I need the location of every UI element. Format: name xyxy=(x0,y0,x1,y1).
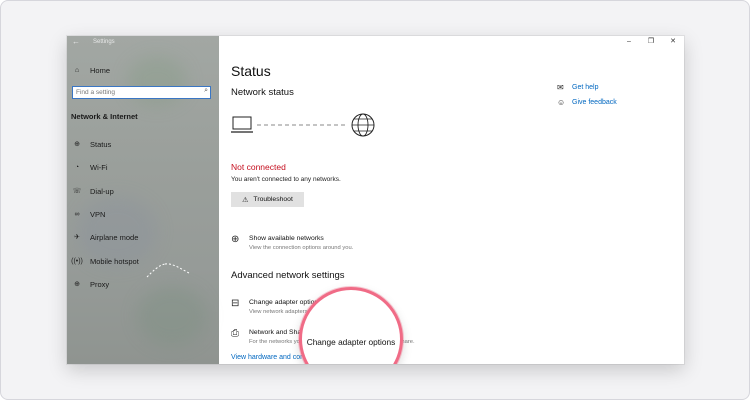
show-networks-link[interactable]: Show available networks xyxy=(249,235,324,242)
window-title: Settings xyxy=(93,39,115,45)
search-box[interactable]: ⌕ xyxy=(72,86,211,99)
connection-message: You aren't connected to any networks. xyxy=(231,176,341,183)
search-input[interactable] xyxy=(76,87,196,98)
airplane-icon: ✈ xyxy=(74,234,80,241)
search-icon[interactable]: ⌕ xyxy=(204,87,208,95)
sidebar-item-home[interactable]: ⌂ Home xyxy=(71,63,110,77)
wifi-icon: ◔ xyxy=(74,163,80,171)
sidebar-item-label: Home xyxy=(90,65,111,75)
dialup-icon: ☏ xyxy=(72,188,82,195)
maximize-icon[interactable]: ❐ xyxy=(640,36,662,48)
chat-icon: ✉ xyxy=(557,83,564,92)
status-icon: ⊕ xyxy=(74,141,80,148)
sidebar-item-label: Proxy xyxy=(90,279,110,289)
network-diagram xyxy=(231,113,375,137)
get-help-link[interactable]: ✉ Get help xyxy=(557,83,598,92)
advanced-settings-heading: Advanced network settings xyxy=(231,270,345,281)
sidebar-item-label: Mobile hotspot xyxy=(90,256,139,266)
minimize-icon[interactable]: – xyxy=(618,36,640,48)
get-help-label: Get help xyxy=(572,84,599,91)
sidebar-item-label: VPN xyxy=(90,209,106,219)
sidebar-item-hotspot[interactable]: ((•)) Mobile hotspot xyxy=(71,254,139,268)
globe-icon: ⊕ xyxy=(231,234,240,245)
home-icon: ⌂ xyxy=(74,66,80,74)
close-icon[interactable]: ✕ xyxy=(662,36,684,48)
sidebar-item-vpn[interactable]: ∞ VPN xyxy=(71,207,106,221)
warning-icon: ⚠ xyxy=(242,196,249,204)
page-title: Status xyxy=(231,63,271,79)
sidebar-item-status[interactable]: ⊕ Status xyxy=(71,137,111,151)
troubleshoot-button[interactable]: ⚠ Troubleshoot xyxy=(231,192,304,207)
give-feedback-label: Give feedback xyxy=(572,99,617,106)
globe-icon: ⊕ xyxy=(74,281,80,288)
adapter-icon: ⊟ xyxy=(231,298,240,309)
sidebar-item-airplane[interactable]: ✈ Airplane mode xyxy=(71,230,138,244)
sidebar-item-label: Airplane mode xyxy=(90,232,139,242)
vpn-icon: ∞ xyxy=(74,210,80,218)
globe-icon xyxy=(351,113,375,137)
click-ripple-icon xyxy=(146,263,190,278)
network-status-heading: Network status xyxy=(231,87,294,98)
settings-window: ← Settings ⌂ Home ⌕ Network & Internet ⊕… xyxy=(67,36,684,364)
sidebar-section-title: Network & Internet xyxy=(71,112,138,121)
sidebar-item-label: Status xyxy=(90,139,112,149)
sidebar-item-dialup[interactable]: ☏ Dial-up xyxy=(71,184,114,198)
connection-status: Not connected xyxy=(231,162,286,172)
feedback-icon: ☺ xyxy=(557,98,566,107)
sidebar-item-proxy[interactable]: ⊕ Proxy xyxy=(71,277,109,291)
sidebar-texture xyxy=(137,286,207,346)
sidebar-item-wifi[interactable]: ◔ Wi-Fi xyxy=(71,160,108,174)
sidebar: ← Settings ⌂ Home ⌕ Network & Internet ⊕… xyxy=(67,36,219,364)
laptop-icon xyxy=(231,116,253,133)
magnified-change-adapter-label: Change adapter options xyxy=(306,337,396,347)
sidebar-item-label: Wi-Fi xyxy=(90,162,108,172)
troubleshoot-label: Troubleshoot xyxy=(253,196,293,203)
show-networks-description: View the connection options around you. xyxy=(249,245,354,251)
sidebar-item-label: Dial-up xyxy=(90,186,114,196)
give-feedback-link[interactable]: ☺ Give feedback xyxy=(557,98,617,107)
sharing-center-icon: ⎙ xyxy=(231,328,239,339)
back-arrow-icon[interactable]: ← xyxy=(72,37,80,46)
page-background: ← Settings ⌂ Home ⌕ Network & Internet ⊕… xyxy=(0,0,750,400)
hotspot-icon: ((•)) xyxy=(71,257,83,265)
window-caption-buttons: – ❐ ✕ xyxy=(618,36,684,48)
